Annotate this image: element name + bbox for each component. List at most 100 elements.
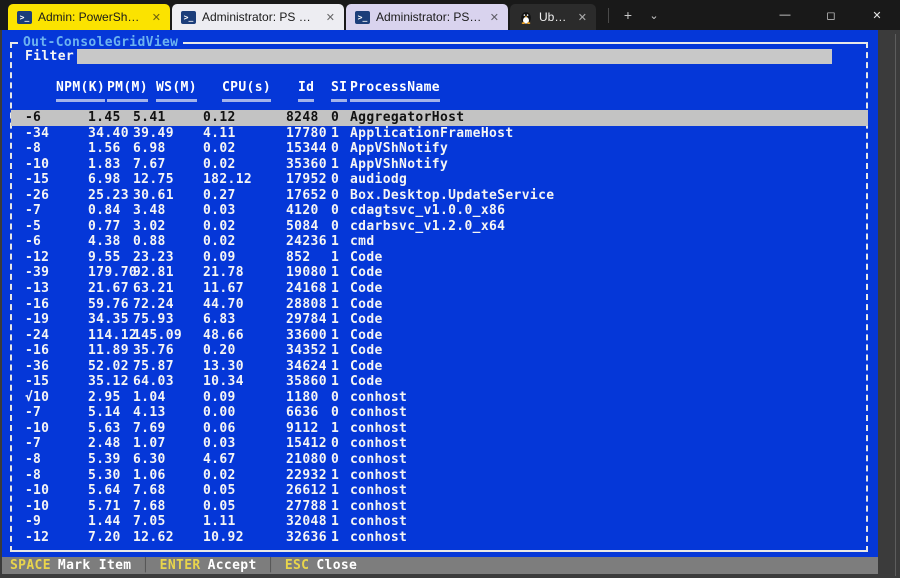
cell-name: conhost: [350, 452, 407, 468]
cell-id: 29784: [286, 312, 327, 328]
table-row[interactable]: -101.837.670.02353601AppVShNotify: [2, 157, 878, 173]
column-header-ws-m[interactable]: WS(M): [156, 80, 197, 95]
ubuntu-icon: [519, 10, 533, 24]
row-mark: -: [25, 219, 33, 235]
cell-npm: 15: [33, 172, 49, 188]
row-mark: -: [25, 514, 33, 530]
tab-ubuntu[interactable]: Ubuntu✕: [510, 4, 596, 30]
cell-cpu: 0.06: [203, 421, 236, 437]
minimize-button[interactable]: —: [762, 0, 808, 30]
table-row[interactable]: -81.566.980.02153440AppVShNotify: [2, 141, 878, 157]
cell-cpu: 0.20: [203, 343, 236, 359]
cell-name: conhost: [350, 483, 407, 499]
table-row[interactable]: -2625.2330.610.27176520Box.Desktop.Updat…: [2, 188, 878, 204]
cell-cpu: 10.34: [203, 374, 244, 390]
table-row[interactable]: -129.5523.230.098521Code: [2, 250, 878, 266]
column-header-id[interactable]: Id: [298, 80, 314, 95]
cell-ws: 145.09: [133, 328, 182, 344]
table-row[interactable]: √102.951.040.0911800conhost: [2, 390, 878, 406]
table-row[interactable]: -3434.4039.494.11177801ApplicationFrameH…: [2, 126, 878, 142]
table-row[interactable]: -39179.7092.8121.78190801Code: [2, 265, 878, 281]
tab-close-icon[interactable]: ✕: [324, 11, 337, 24]
column-header-pm-m[interactable]: PM(M): [107, 80, 148, 95]
cell-name: Code: [350, 343, 383, 359]
table-row[interactable]: -156.9812.75182.12179520audiodg: [2, 172, 878, 188]
cell-cpu: 0.02: [203, 219, 236, 235]
cell-id: 34352: [286, 343, 327, 359]
cell-id: 17652: [286, 188, 327, 204]
cell-name: Code: [350, 297, 383, 313]
column-header-si[interactable]: SI: [331, 80, 347, 95]
cell-si: 1: [331, 281, 339, 297]
tab-admin-powershell-7-2-1[interactable]: >_Admin: PowerShell 7.2.1✕: [8, 4, 170, 30]
new-tab-button[interactable]: +: [615, 3, 641, 27]
table-row[interactable]: -85.301.060.02229321conhost: [2, 468, 878, 484]
tab-close-icon[interactable]: ✕: [150, 11, 163, 24]
cell-id: 26612: [286, 483, 327, 499]
cell-pm: 1.44: [88, 514, 121, 530]
tab-dropdown-button[interactable]: ⌄: [641, 3, 667, 27]
tab-administrator-ps-no-profile[interactable]: >_Administrator: PS No Profile✕: [172, 4, 344, 30]
row-mark: -: [25, 359, 33, 375]
column-header-npm-k[interactable]: NPM(K): [56, 80, 105, 95]
table-row[interactable]: -1321.6763.2111.67241681Code: [2, 281, 878, 297]
cell-cpu: 4.11: [203, 126, 236, 142]
cell-si: 1: [331, 530, 339, 546]
table-row[interactable]: -61.455.410.1282480AggregatorHost: [2, 110, 878, 126]
status-key: ENTER: [160, 558, 201, 573]
maximize-button[interactable]: ◻: [808, 0, 854, 30]
table-row[interactable]: -64.380.880.02242361cmd: [2, 234, 878, 250]
status-label: Accept: [208, 558, 257, 573]
cell-id: 17952: [286, 172, 327, 188]
row-mark: -: [25, 250, 33, 266]
tab-close-icon[interactable]: ✕: [576, 11, 589, 24]
table-row[interactable]: -127.2012.6210.92326361conhost: [2, 530, 878, 546]
table-row[interactable]: -1659.7672.2444.70288081Code: [2, 297, 878, 313]
cell-id: 19080: [286, 265, 327, 281]
filter-input[interactable]: [77, 49, 832, 64]
cell-id: 28808: [286, 297, 327, 313]
table-row[interactable]: -75.144.130.0066360conhost: [2, 405, 878, 421]
cell-name: conhost: [350, 421, 407, 437]
table-row[interactable]: -72.481.070.03154120conhost: [2, 436, 878, 452]
titlebar: >_Admin: PowerShell 7.2.1✕>_Administrato…: [0, 0, 900, 30]
table-row[interactable]: -91.447.051.11320481conhost: [2, 514, 878, 530]
table-row[interactable]: -24114.12145.0948.66336001Code: [2, 328, 878, 344]
table-row[interactable]: -70.843.480.0341200cdagtsvc_v1.0.0_x86: [2, 203, 878, 219]
cell-si: 1: [331, 343, 339, 359]
tab-administrator-ps7-noprofile[interactable]: >_Administrator: PS7 NoProfile✕: [346, 4, 508, 30]
cell-si: 1: [331, 328, 339, 344]
cell-id: 15412: [286, 436, 327, 452]
table-row[interactable]: -105.647.680.05266121conhost: [2, 483, 878, 499]
cell-pm: 35.12: [88, 374, 129, 390]
table-row[interactable]: -3652.0275.8713.30346241Code: [2, 359, 878, 375]
cell-cpu: 0.00: [203, 405, 236, 421]
table-row[interactable]: -105.637.690.0691121conhost: [2, 421, 878, 437]
column-header-processname[interactable]: ProcessName: [350, 80, 440, 95]
cell-si: 1: [331, 499, 339, 515]
table-row[interactable]: -1535.1264.0310.34358601Code: [2, 374, 878, 390]
column-underline: [156, 99, 197, 102]
row-mark: -: [25, 499, 33, 515]
cell-name: Code: [350, 265, 383, 281]
table-row[interactable]: -1611.8935.760.20343521Code: [2, 343, 878, 359]
cell-id: 4120: [286, 203, 319, 219]
powershell-icon: >_: [355, 11, 370, 24]
tab-close-icon[interactable]: ✕: [488, 11, 501, 24]
row-mark: -: [25, 126, 33, 142]
cell-npm: 9: [33, 514, 41, 530]
cell-name: Code: [350, 359, 383, 375]
table-row[interactable]: -105.717.680.05277881conhost: [2, 499, 878, 515]
table-row[interactable]: -1934.3575.936.83297841Code: [2, 312, 878, 328]
row-mark: -: [25, 265, 33, 281]
column-header-cpu-s[interactable]: CPU(s): [222, 80, 271, 95]
close-button[interactable]: ✕: [854, 0, 900, 30]
cell-npm: 15: [33, 374, 49, 390]
table-row[interactable]: -85.396.304.67210800conhost: [2, 452, 878, 468]
cell-ws: 12.75: [133, 172, 174, 188]
cell-pm: 6.98: [88, 172, 121, 188]
cell-name: cdagtsvc_v1.0.0_x86: [350, 203, 505, 219]
cell-id: 33600: [286, 328, 327, 344]
cell-pm: 179.70: [88, 265, 137, 281]
table-row[interactable]: -50.773.020.0250840cdarbsvc_v1.2.0_x64: [2, 219, 878, 235]
